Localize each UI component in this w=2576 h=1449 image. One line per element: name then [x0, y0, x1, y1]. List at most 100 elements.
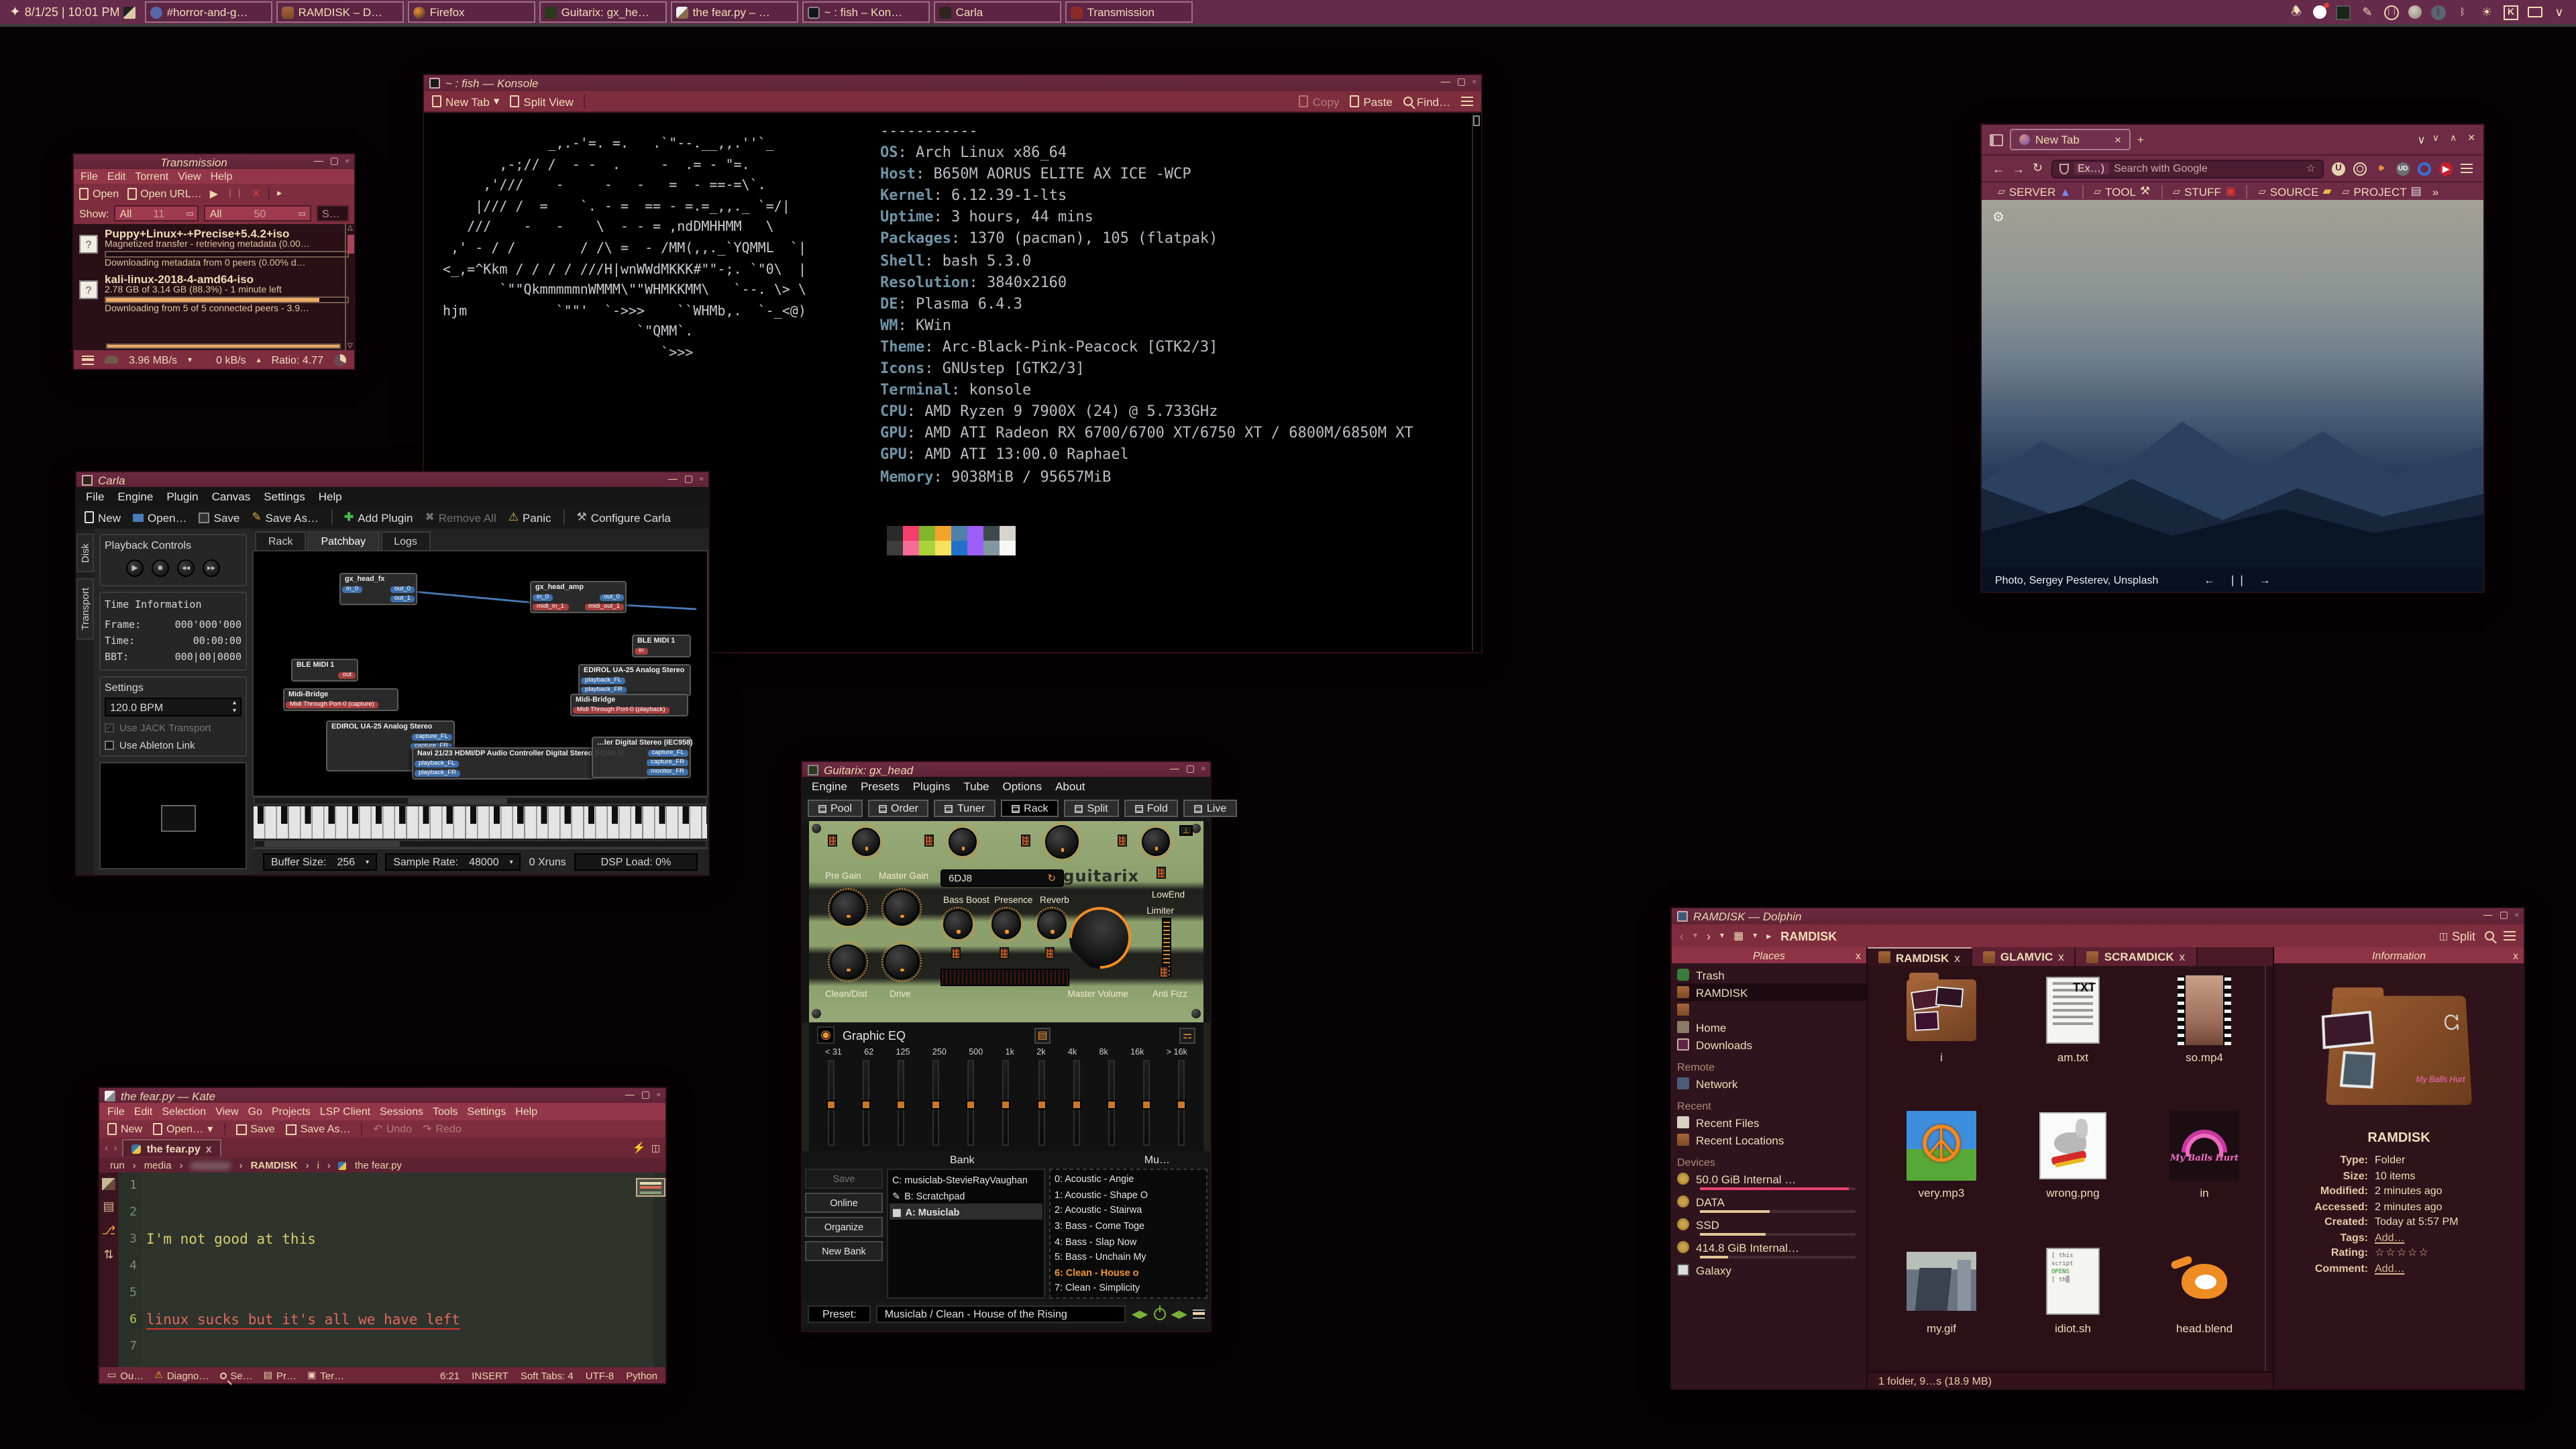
tab-scramdick[interactable]: SCRAMDICKx	[2076, 947, 2197, 966]
close-panel-icon[interactable]: x	[1856, 949, 1861, 961]
next-preset-icon[interactable]: ◀▶	[1171, 1307, 1187, 1320]
device-data[interactable]: DATA	[1677, 1193, 1866, 1213]
minimize-icon[interactable]: —	[668, 474, 678, 485]
eq-power-button[interactable]: ◉	[817, 1026, 835, 1044]
prev-wallpaper-icon[interactable]: ←	[2204, 574, 2214, 586]
top-knob-4[interactable]	[1142, 828, 1170, 856]
configure-carla-button[interactable]: ⚒Configure Carla	[577, 510, 671, 525]
browser-tab[interactable]: New Tab ×	[2010, 129, 2131, 150]
close-icon[interactable]: ▫	[2515, 911, 2518, 922]
extension-ring-icon[interactable]	[2418, 162, 2431, 175]
menu-canvas[interactable]: Canvas	[212, 490, 251, 503]
prev-preset-icon[interactable]: ◀▶	[1132, 1307, 1148, 1320]
close-tab-icon[interactable]: x	[1954, 951, 1960, 964]
place-recent-locations[interactable]: Recent Locations	[1677, 1131, 1866, 1148]
jack-transport-checkbox[interactable]: ✓Use JACK Transport	[105, 722, 241, 734]
menu-sessions[interactable]: Sessions	[380, 1106, 423, 1118]
file-item[interactable]: my.gif	[1876, 1245, 2007, 1371]
syntax-language[interactable]: Python	[626, 1369, 657, 1381]
presence-knob[interactable]	[991, 910, 1021, 939]
konsole-titlebar[interactable]: ~ : fish — Konsole —▢▫	[424, 75, 1481, 91]
tab-disk[interactable]: Disk	[76, 534, 94, 572]
menu-edit[interactable]: Edit	[107, 170, 126, 182]
tab-prev-icon[interactable]: ‹	[105, 1142, 108, 1154]
tab-list-chevron-icon[interactable]: ∨	[2417, 132, 2425, 147]
standby-switch[interactable]: ⊥	[1179, 825, 1193, 836]
menu-view[interactable]: View	[178, 170, 201, 182]
task-button-transmission[interactable]: Transmission	[1066, 1, 1193, 23]
pause-rotation-icon[interactable]: ❘❘	[2228, 574, 2246, 586]
rating-stars[interactable]: ☆☆☆☆☆	[2375, 1245, 2430, 1260]
top-knob-1[interactable]	[852, 828, 880, 856]
minimize-icon[interactable]: —	[1170, 764, 1179, 775]
media-player-tray-icon[interactable]	[2336, 5, 2351, 19]
close-icon[interactable]: ▫	[345, 156, 349, 167]
reload-icon[interactable]: ↻	[2033, 161, 2043, 176]
eq-band-slider[interactable]	[863, 1060, 869, 1146]
preset-row[interactable]: 3: Bass - Come Toge	[1055, 1218, 1202, 1234]
lowend-pad[interactable]	[1157, 867, 1166, 879]
redo-button[interactable]: ↷Redo	[423, 1123, 462, 1135]
file-item[interactable]: [ thisscriptOPENS[ th▒ idiot.sh	[2007, 1245, 2139, 1371]
forward-button[interactable]: ▸▸	[203, 559, 220, 577]
notifications-bell-icon[interactable]: 🕭	[2289, 5, 2304, 19]
eq-presets-icon[interactable]: ▤	[1034, 1027, 1051, 1043]
menu-help[interactable]: Help	[319, 490, 342, 503]
cursor-position[interactable]: 6:21	[440, 1369, 460, 1381]
breadcrumb-ramdisk[interactable]: RAMDISK	[251, 1159, 298, 1171]
eq-band-slider[interactable]	[1038, 1060, 1044, 1146]
clean-dist-knob[interactable]	[830, 945, 865, 979]
minimize-icon[interactable]: —	[625, 1090, 635, 1101]
device-galaxy[interactable]: Galaxy	[1677, 1261, 1866, 1279]
breadcrumb-file[interactable]: the fear.py	[355, 1159, 402, 1171]
top-knob-2[interactable]	[949, 828, 977, 856]
options-menu-icon[interactable]	[82, 355, 94, 364]
menu-engine[interactable]: Engine	[812, 780, 847, 793]
maximize-icon[interactable]: ▢	[684, 474, 693, 485]
bluetooth-icon[interactable]: ᛒ	[2455, 5, 2470, 19]
patchbay-canvas[interactable]: gx_head_fx in_0out_0 out_1 gx_head_amp i…	[252, 550, 708, 797]
breadcrumb-i[interactable]: i	[317, 1159, 319, 1171]
patchbay-node[interactable]: gx_head_amp in_0out_0 midi_in_1midi_out_…	[530, 581, 627, 613]
keyboard-hscrollbar[interactable]	[254, 840, 707, 848]
add-plugin-button[interactable]: ✚Add Plugin	[344, 510, 413, 525]
new-button[interactable]: New	[85, 511, 121, 524]
close-icon[interactable]: ▫	[700, 474, 703, 485]
panic-button[interactable]: ⚠Panic	[508, 510, 551, 525]
split-button[interactable]: Split	[1065, 800, 1119, 817]
menu-help[interactable]: Help	[211, 170, 233, 182]
split-view-icon[interactable]: ◫	[651, 1142, 660, 1153]
forward-icon[interactable]: ›	[1707, 929, 1711, 943]
new-tab-button[interactable]: New Tab ▾	[432, 94, 499, 109]
task-button-horror-and-g[interactable]: #horror-and-g…	[146, 1, 273, 23]
sample-rate-combo[interactable]: Sample Rate:48000▾	[385, 853, 521, 871]
quick-open-icon[interactable]: ⚡	[633, 1142, 646, 1154]
bookmark-folder-stuff[interactable]: ▱STUFF▣	[2173, 184, 2236, 199]
menu-engine[interactable]: Engine	[117, 490, 153, 503]
device-ssd[interactable]: SSD	[1677, 1216, 1866, 1236]
preset-row[interactable]: 1: Acoustic - Shape O	[1055, 1187, 1202, 1202]
maximize-icon[interactable]: ▢	[1186, 764, 1195, 775]
toolbar-overflow-icon[interactable]: ▸	[277, 188, 282, 199]
filter-combo-status[interactable]: All11▭	[114, 205, 199, 221]
new-bank-button[interactable]: New Bank	[805, 1241, 883, 1261]
terminal-pane-button[interactable]: ▣Ter…	[307, 1369, 344, 1381]
breadcrumb-media[interactable]: media	[144, 1159, 172, 1171]
bookmark-folder-server[interactable]: ▱SERVER▲	[1998, 184, 2071, 198]
clock[interactable]: ✦ 8/1/25 | 10:01 PM	[4, 5, 142, 19]
add-tags-link[interactable]: Add…	[2375, 1230, 2404, 1245]
tuner-button[interactable]: Tuner	[934, 800, 996, 817]
menu-file[interactable]: File	[86, 490, 104, 503]
play-button[interactable]: ▶	[126, 559, 144, 577]
patchbay-node[interactable]: Midi-Bridge Midi Through Port-0 (capture…	[283, 688, 398, 711]
save-button[interactable]: Save	[235, 1123, 274, 1135]
order-button[interactable]: Order	[868, 800, 929, 817]
klipper-icon[interactable]: K	[2504, 5, 2518, 19]
app-menu-icon[interactable]	[2461, 164, 2473, 173]
tube-selector[interactable]: 6DJ8↻	[941, 869, 1064, 887]
menu-torrent[interactable]: Torrent	[135, 170, 168, 182]
control-pad[interactable]	[1021, 835, 1030, 847]
video-download-icon[interactable]: ▶	[2439, 162, 2453, 175]
output-pane-button[interactable]: ▭Ou…	[107, 1369, 144, 1381]
place-network[interactable]: Network	[1677, 1075, 1866, 1092]
